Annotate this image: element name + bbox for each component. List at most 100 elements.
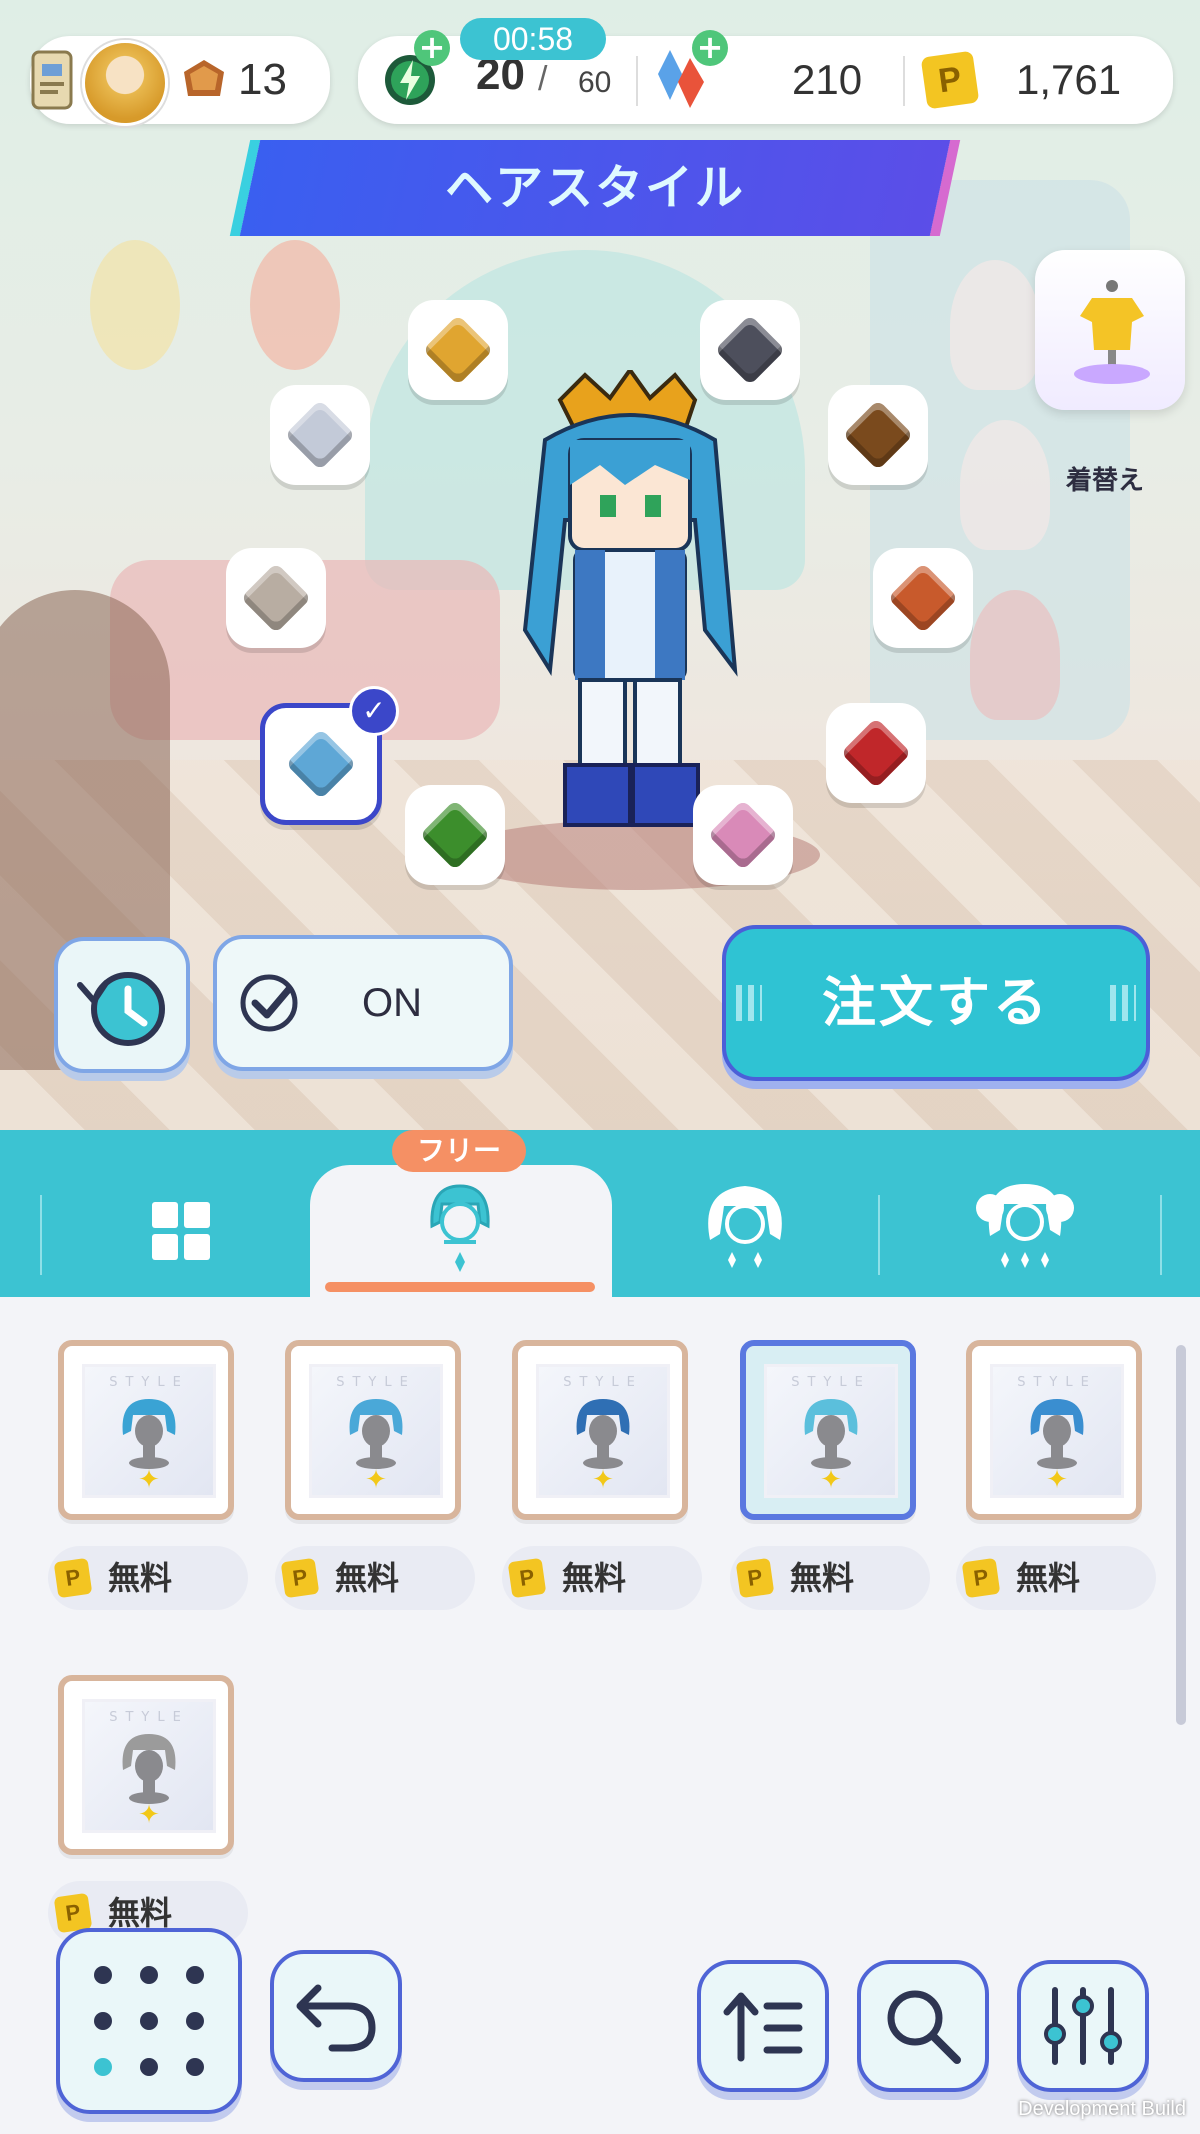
add-gems-button[interactable]: + — [692, 30, 728, 66]
tab-separator — [878, 1195, 880, 1275]
menu-button[interactable] — [56, 1928, 242, 2114]
dot — [186, 2058, 204, 2076]
order-button[interactable]: 注文する — [722, 925, 1150, 1081]
gem-icon — [714, 314, 786, 386]
tab-hair-2[interactable] — [680, 1170, 810, 1280]
dot — [186, 1966, 204, 1984]
hair-style-icon — [430, 1184, 490, 1272]
hair-item-card[interactable]: STYLE ✦ — [58, 1340, 234, 1520]
order-label: 注文する — [822, 971, 1050, 1034]
hair-color-option-gold[interactable] — [408, 300, 508, 400]
dev-build-label: Development Build — [1018, 2098, 1186, 2120]
hair-color-option-brown[interactable] — [828, 385, 928, 485]
tab-all[interactable] — [100, 1180, 270, 1290]
hair-item-card[interactable]: STYLE ✦ — [512, 1340, 688, 1520]
item-photo: STYLE ✦ — [309, 1364, 443, 1498]
item-photo: STYLE ✦ — [82, 1699, 216, 1833]
hair-color-option-green[interactable] — [405, 785, 505, 885]
timer-text: 00:58 — [492, 21, 574, 57]
hair-item-card[interactable]: STYLE ✦ — [740, 1340, 916, 1520]
search-button[interactable] — [857, 1960, 989, 2092]
rarity-star-icon: ✦ — [138, 1465, 160, 1495]
gem-icon — [419, 799, 491, 871]
dot — [94, 1966, 112, 1984]
hair-item-card[interactable]: STYLE ✦ — [58, 1675, 234, 1855]
item-photo: STYLE ✦ — [82, 1364, 216, 1498]
price-label: 無料 — [1016, 1559, 1081, 1597]
hair-color-option-orange-red[interactable] — [873, 548, 973, 648]
sort-button[interactable] — [697, 1960, 829, 2092]
gem-icon — [840, 717, 912, 789]
coin-icon: P — [920, 50, 980, 110]
profile-pill[interactable]: 13 — [30, 36, 330, 126]
coin-icon: P — [735, 1557, 775, 1599]
style-watermark: STYLE — [109, 1375, 189, 1390]
wall-decor — [250, 240, 340, 370]
item-photo: STYLE ✦ — [990, 1364, 1124, 1498]
item-frame: STYLE ✦ — [966, 1340, 1142, 1520]
auto-toggle-button[interactable]: ON — [213, 935, 513, 1071]
search-icon — [887, 1990, 961, 2064]
item-price: P 無料 — [730, 1546, 930, 1610]
history-button[interactable] — [54, 937, 190, 1073]
item-frame: STYLE ✦ — [285, 1340, 461, 1520]
item-frame: STYLE ✦ — [740, 1340, 916, 1520]
avatar-icon[interactable] — [82, 40, 168, 126]
menu-dots-icon — [60, 1932, 238, 2110]
hair-preview-icon — [122, 1734, 176, 1804]
dot-active — [94, 2058, 112, 2076]
hair-color-option-sky-blue[interactable]: ✓ — [260, 686, 399, 825]
hair-item-card[interactable]: STYLE ✦ — [285, 1340, 461, 1520]
dress-icon — [1074, 280, 1150, 384]
rarity-star-icon: ✦ — [365, 1465, 387, 1495]
style-watermark: STYLE — [109, 1710, 189, 1725]
filter-button[interactable] — [1017, 1960, 1149, 2092]
style-watermark: STYLE — [791, 1375, 871, 1390]
hair-style-2-icon — [708, 1186, 782, 1268]
grid-icon — [152, 1202, 210, 1260]
price-label: 無料 — [108, 1559, 173, 1597]
character-preview — [522, 370, 738, 827]
wall-decor — [90, 240, 180, 370]
toggle-label: ON — [362, 981, 422, 1025]
grid-scrollbar[interactable] — [1176, 1345, 1186, 1725]
gem-icon — [284, 399, 356, 471]
item-price: P 無料 — [48, 1546, 248, 1610]
style-watermark: STYLE — [336, 1375, 416, 1390]
hair-preview-icon — [349, 1399, 403, 1469]
rarity-star-icon: ✦ — [1046, 1465, 1068, 1495]
divider — [636, 56, 638, 106]
dot — [186, 2012, 204, 2030]
item-price: P 無料 — [956, 1546, 1156, 1610]
back-button[interactable] — [270, 1950, 402, 2082]
gem-icon — [285, 728, 357, 800]
tab-hair-3[interactable] — [950, 1170, 1100, 1280]
dot — [140, 1966, 158, 1984]
back-arrow-icon — [296, 1984, 376, 2052]
tab-separator — [1160, 1195, 1162, 1275]
dot — [140, 2012, 158, 2030]
change-clothes-button[interactable]: 着替え — [1020, 250, 1190, 496]
plus-icon: + — [418, 28, 446, 66]
hair-color-option-red[interactable] — [826, 703, 926, 803]
history-icon — [77, 972, 165, 1046]
tab-free-hair[interactable] — [395, 1170, 525, 1280]
gem-icon — [422, 314, 494, 386]
profile-card-icon[interactable] — [30, 46, 74, 112]
hair-color-option-pink[interactable] — [693, 785, 793, 885]
hair-color-option-beige-gray[interactable] — [226, 548, 326, 648]
add-stamina-button[interactable]: + — [414, 30, 450, 66]
dot — [140, 2058, 158, 2076]
hair-item-card[interactable]: STYLE ✦ — [966, 1340, 1142, 1520]
free-badge: フリー — [392, 1130, 526, 1172]
rank-icon — [184, 60, 224, 96]
hair-style-3-icon — [976, 1184, 1074, 1268]
hair-color-option-dark-gray[interactable] — [700, 300, 800, 400]
hair-color-option-silver[interactable] — [270, 385, 370, 485]
item-frame: STYLE ✦ — [58, 1340, 234, 1520]
price-label: 無料 — [790, 1559, 855, 1597]
style-watermark: STYLE — [1017, 1375, 1097, 1390]
style-watermark: STYLE — [563, 1375, 643, 1390]
item-photo: STYLE ✦ — [536, 1364, 670, 1498]
hair-preview-icon — [804, 1399, 858, 1469]
